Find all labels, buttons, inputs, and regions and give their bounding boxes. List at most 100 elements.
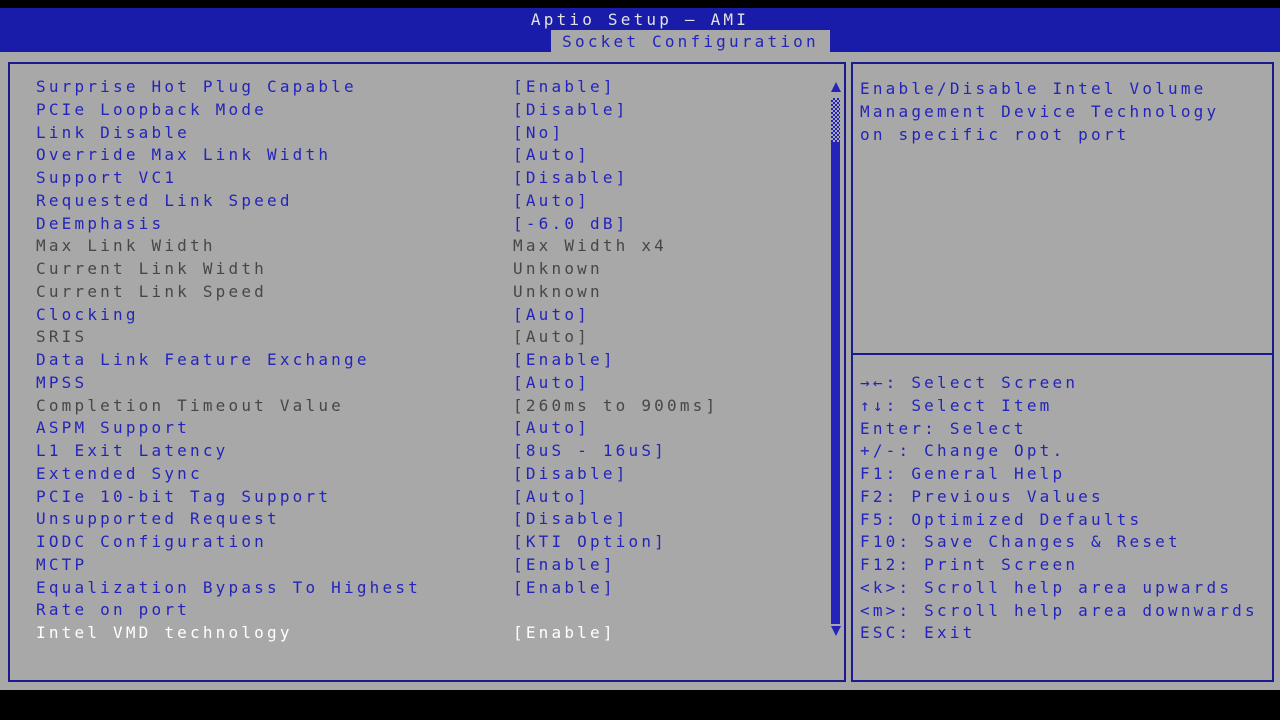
menu-item[interactable]: MPSS[Auto] — [36, 372, 844, 395]
menu-item-label: Current Link Width — [36, 259, 267, 278]
help-line: Enable/Disable Intel Volume — [860, 78, 1272, 101]
menu-item: Completion Timeout Value [260ms to 900ms] — [36, 395, 844, 418]
menu-item: Current Link WidthUnknown — [36, 258, 844, 281]
hotkey-line: +/-: Change Opt. — [860, 440, 1272, 463]
menu-item-value: [Disable] — [513, 508, 629, 531]
menu-item-label: MCTP — [36, 555, 87, 574]
menu-item-label: Clocking — [36, 305, 139, 324]
scrollbar[interactable] — [830, 64, 842, 680]
scrollbar-thumb[interactable] — [831, 98, 840, 142]
menu-item-value: [Disable] — [513, 463, 629, 486]
menu-item-label: Rate on port — [36, 600, 190, 619]
menu-item: Current Link Speed Unknown — [36, 281, 844, 304]
menu-item[interactable]: Requested Link Speed [Auto] — [36, 190, 844, 213]
hotkey-line: Enter: Select — [860, 418, 1272, 441]
header-bar: Aptio Setup – AMI Socket Configuration — [0, 8, 1280, 52]
menu-item[interactable]: ASPM Support [Auto] — [36, 417, 844, 440]
menu-item-value: [Auto] — [513, 486, 590, 509]
hotkey-line: F12: Print Screen — [860, 554, 1272, 577]
menu-item-label: Extended Sync — [36, 464, 203, 483]
settings-panel: Surprise Hot Plug Capable[Enable]PCIe Lo… — [8, 62, 846, 682]
menu-item[interactable]: Intel VMD technology [Enable] — [36, 622, 844, 645]
menu-item-label: Surprise Hot Plug Capable — [36, 77, 357, 96]
help-panel: Enable/Disable Intel VolumeManagement De… — [851, 62, 1274, 682]
menu-item[interactable]: MCTP [Enable] — [36, 554, 844, 577]
main-area: Surprise Hot Plug Capable[Enable]PCIe Lo… — [0, 52, 1280, 690]
menu-item[interactable]: Surprise Hot Plug Capable [Enable] — [36, 76, 844, 99]
hotkey-line: F1: General Help — [860, 463, 1272, 486]
scroll-down-icon[interactable] — [831, 626, 841, 636]
menu-item-label: ASPM Support — [36, 418, 190, 437]
menu-item[interactable]: IODC Configuration [KTI Option] — [36, 531, 844, 554]
menu-item[interactable]: DeEmphasis[-6.0 dB] — [36, 213, 844, 236]
menu-item-label: Link Disable — [36, 123, 190, 142]
menu-item-value: [Enable] — [513, 622, 616, 645]
menu-item[interactable]: Override Max Link Width [Auto] — [36, 144, 844, 167]
menu-item[interactable]: PCIe 10-bit Tag Support [Auto] — [36, 486, 844, 509]
menu-item-value: [Auto] — [513, 326, 590, 349]
hotkey-line: ↑↓: Select Item — [860, 395, 1272, 418]
menu-item[interactable]: L1 Exit Latency [8uS - 16uS] — [36, 440, 844, 463]
menu-item-label: IODC Configuration — [36, 532, 267, 551]
tab-socket-configuration[interactable]: Socket Configuration — [551, 30, 830, 52]
menu-item[interactable]: Unsupported Request [Disable] — [36, 508, 844, 531]
hotkey-line: ESC: Exit — [860, 622, 1272, 645]
menu-item-label: PCIe 10-bit Tag Support — [36, 487, 331, 506]
menu-item-value: Max Width x4 — [513, 235, 667, 258]
menu-item-label: MPSS — [36, 373, 87, 392]
menu-item-value: [8uS - 16uS] — [513, 440, 667, 463]
menu-item-label: L1 Exit Latency — [36, 441, 229, 460]
hotkey-line: <m>: Scroll help area downwards — [860, 600, 1272, 623]
menu-item-label: Support VC1 — [36, 168, 177, 187]
menu-item-value: [260ms to 900ms] — [513, 395, 718, 418]
hotkey-line: →←: Select Screen — [860, 372, 1272, 395]
item-help-text: Enable/Disable Intel VolumeManagement De… — [853, 64, 1272, 355]
menu-item: Max Link Width Max Width x4 — [36, 235, 844, 258]
menu-item-value: [Disable] — [513, 167, 629, 190]
menu-item-label: Unsupported Request — [36, 509, 280, 528]
menu-item-value: [Enable] — [513, 349, 616, 372]
menu-item-value: [No] — [513, 122, 564, 145]
menu-item-value: [Auto] — [513, 144, 590, 167]
menu-item-value: [-6.0 dB] — [513, 213, 629, 236]
menu-item-label: PCIe Loopback Mode — [36, 100, 267, 119]
menu-item-value: [Disable] — [513, 99, 629, 122]
hotkey-line: F5: Optimized Defaults — [860, 509, 1272, 532]
help-line: on specific root port — [860, 124, 1272, 147]
menu-item[interactable]: Extended Sync [Disable] — [36, 463, 844, 486]
help-line: Management Device Technology — [860, 101, 1272, 124]
menu-item[interactable]: Data Link Feature Exchange [Enable] — [36, 349, 844, 372]
menu-item[interactable]: PCIe Loopback Mode [Disable] — [36, 99, 844, 122]
menu-item-value: [Auto] — [513, 190, 590, 213]
menu-item-value: [Enable] — [513, 76, 616, 99]
menu-item-label: Completion Timeout Value — [36, 396, 344, 415]
menu-item-label: Override Max Link Width — [36, 145, 331, 164]
app-title: Aptio Setup – AMI — [0, 9, 1280, 31]
menu-item-label: Equalization Bypass To Highest — [36, 578, 421, 597]
menu-item: SRIS [Auto] — [36, 326, 844, 349]
menu-item-value: [Enable] — [513, 554, 616, 577]
menu-item-label: Intel VMD technology — [36, 623, 293, 642]
hotkey-line: <k>: Scroll help area upwards — [860, 577, 1272, 600]
menu-list: Surprise Hot Plug Capable[Enable]PCIe Lo… — [10, 64, 844, 680]
menu-item-value: Unknown — [513, 281, 603, 304]
menu-item[interactable]: Link Disable [No] — [36, 122, 844, 145]
menu-item-value: [Auto] — [513, 417, 590, 440]
menu-item-label: Requested Link Speed — [36, 191, 293, 210]
hotkey-legend: →←: Select Screen↑↓: Select ItemEnter: S… — [853, 355, 1272, 645]
hotkey-line: F10: Save Changes & Reset — [860, 531, 1272, 554]
scroll-up-icon[interactable] — [831, 82, 841, 92]
menu-item-label: Current Link Speed — [36, 282, 267, 301]
hotkey-line: F2: Previous Values — [860, 486, 1272, 509]
menu-item[interactable]: Rate on port — [36, 599, 844, 622]
menu-item[interactable]: Support VC1 [Disable] — [36, 167, 844, 190]
menu-item-value: [Enable] — [513, 577, 616, 600]
menu-item[interactable]: Equalization Bypass To Highest [Enable] — [36, 577, 844, 600]
menu-item-label: Max Link Width — [36, 236, 216, 255]
menu-item-label: SRIS — [36, 327, 87, 346]
scrollbar-track[interactable] — [831, 142, 840, 624]
menu-item-value: [KTI Option] — [513, 531, 667, 554]
menu-item-value: [Auto] — [513, 304, 590, 327]
menu-item-label: Data Link Feature Exchange — [36, 350, 370, 369]
menu-item[interactable]: Clocking [Auto] — [36, 304, 844, 327]
